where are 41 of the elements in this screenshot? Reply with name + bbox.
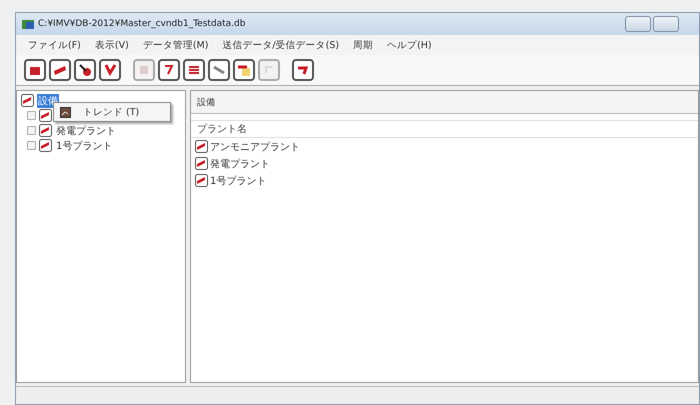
tool-icon	[212, 63, 226, 77]
toolbar-button[interactable]	[49, 59, 71, 81]
toolbar-button[interactable]	[99, 59, 121, 81]
toolbar-button[interactable]	[208, 59, 230, 81]
tool-icon	[162, 63, 176, 77]
plant-icon	[195, 157, 208, 170]
plant-icon	[195, 140, 208, 153]
column-header[interactable]: プラント名	[197, 122, 247, 136]
tree-item[interactable]: 1号プラント	[55, 138, 114, 152]
minimize-button[interactable]	[625, 16, 651, 32]
toolbar-button[interactable]	[292, 59, 314, 81]
menu-item[interactable]: ファイル(F)	[28, 38, 81, 52]
plant-icon	[39, 139, 52, 152]
tree-item[interactable]: 発電プラント	[55, 124, 117, 138]
context-menu-item[interactable]: トレンド (T)	[83, 106, 140, 118]
toolbar-button[interactable]	[74, 59, 96, 81]
app-icon	[22, 20, 34, 28]
menu-item[interactable]: 表示(V)	[94, 38, 129, 52]
maximize-button[interactable]	[653, 16, 679, 32]
toolbar-button[interactable]	[158, 59, 180, 81]
menu-item[interactable]: データ管理(M)	[142, 38, 208, 52]
toolbar-button[interactable]	[233, 59, 255, 81]
toolbar-button[interactable]	[24, 59, 46, 81]
tool-icon	[237, 63, 251, 77]
window-title: C:¥IMV¥DB-2012¥Master_cvndb1_Testdata.db	[38, 19, 246, 29]
menu-item[interactable]: 送信データ/受信データ(S)	[222, 38, 340, 52]
menu-item[interactable]: ヘルプ(H)	[387, 38, 432, 52]
menu-item[interactable]: 周期	[353, 38, 374, 52]
toolbar-button[interactable]	[183, 59, 205, 81]
tool-icon	[78, 63, 92, 77]
tool-icon	[187, 63, 201, 77]
tool-icon	[53, 63, 67, 77]
panel-title: 設備	[197, 96, 215, 108]
tool-icon	[103, 63, 117, 77]
plant-icon	[195, 174, 208, 187]
faded-tool-icon	[137, 63, 151, 77]
list-item[interactable]: アンモニアプラント	[210, 140, 300, 154]
list-item[interactable]: 発電プラント	[210, 156, 270, 170]
plant-icon	[21, 94, 34, 107]
plant-icon	[39, 124, 52, 137]
list-item[interactable]: 1号プラント	[210, 174, 266, 188]
